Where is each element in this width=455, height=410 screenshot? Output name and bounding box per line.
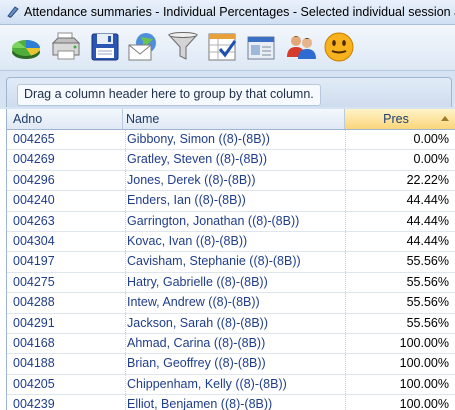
users-icon [287,36,316,59]
name-cell: Jackson, Sarah ((8)-(8B)) [125,313,345,333]
table-row[interactable]: 004168 Ahmad, Carina ((8)-(8B)) 100.00% [7,333,455,355]
chart-button[interactable] [9,30,43,64]
name-cell: Gratley, Steven ((8)-(8B)) [125,150,345,170]
name-cell: Chippenham, Kelly ((8)-(8B)) [125,374,345,395]
table-row[interactable]: 004275 Hatry, Gabrielle ((8)-(8B)) 55.56% [7,272,455,294]
pres-cell: 55.56% [345,293,452,313]
group-by-panel[interactable]: Drag a column header here to group by th… [6,77,452,107]
name-cell: Hatry, Gabrielle ((8)-(8B)) [125,272,345,293]
name-cell: Garrington, Jonathan ((8)-(8B)) [125,211,345,231]
adno-cell: 004240 [13,193,55,208]
pres-cell: 100.00% [345,333,452,354]
name-cell: Jones, Derek ((8)-(8B)) [125,170,345,191]
adno-cell: 004239 [13,397,55,410]
email-icon [128,33,156,61]
print-button[interactable] [49,30,83,64]
name-cell: Ahmad, Carina ((8)-(8B)) [125,333,345,354]
users-button[interactable] [284,30,318,64]
column-header-pres[interactable]: Pres [345,109,455,129]
pres-cell: 55.56% [345,272,452,293]
grid-header: Adno Name Pres [7,109,455,130]
column-header-pres-label: Pres [383,112,409,126]
pres-cell: 44.44% [345,211,452,231]
group-by-hint: Drag a column header here to group by th… [17,84,321,106]
table-row[interactable]: 004240 Enders, Ian ((8)-(8B)) 44.44% [7,191,455,212]
pres-cell: 100.00% [345,395,452,410]
filter-button[interactable] [166,30,200,64]
pres-cell: 100.00% [345,354,452,374]
app-icon [7,6,19,18]
name-cell: Kovac, Ivan ((8)-(8B)) [125,231,345,252]
name-cell: Intew, Andrew ((8)-(8B)) [125,293,345,313]
adno-cell: 004168 [13,335,55,350]
table-row[interactable]: 004291 Jackson, Sarah ((8)-(8B)) 55.56% [7,313,455,334]
adno-cell: 004263 [13,213,55,228]
adno-cell: 004188 [13,356,55,371]
printer-icon [51,32,81,60]
title-bar: Attendance summaries - Individual Percen… [0,0,455,25]
save-button[interactable] [88,30,122,64]
pres-cell: 44.44% [345,231,452,252]
table-row[interactable]: 004188 Brian, Geoffrey ((8)-(8B)) 100.00% [7,354,455,375]
address-book-icon [247,36,275,60]
adno-cell: 004205 [13,376,55,391]
table-row[interactable]: 004263 Garrington, Jonathan ((8)-(8B)) 44.… [7,211,455,232]
save-icon [91,33,119,61]
name-cell: Enders, Ian ((8)-(8B)) [125,191,345,211]
name-cell: Brian, Geoffrey ((8)-(8B)) [125,354,345,374]
table-row[interactable]: 004205 Chippenham, Kelly ((8)-(8B)) 100.00… [7,374,455,396]
address-book-button[interactable] [244,30,278,64]
email-button[interactable] [126,30,160,64]
table-row[interactable]: 004265 Gibbony, Simon ((8)-(8B)) 0.00% [7,130,455,151]
table-row[interactable]: 004304 Kovac, Ivan ((8)-(8B)) 44.44% [7,231,455,253]
window-title: Attendance summaries - Individual Percen… [24,5,455,19]
pres-cell: 0.00% [345,130,452,150]
chart-icon [12,40,41,59]
table-row[interactable]: 004288 Intew, Andrew ((8)-(8B)) 55.56% [7,293,455,314]
smiley-button[interactable] [322,30,356,64]
pres-cell: 44.44% [345,191,452,211]
pres-cell: 55.56% [345,252,452,272]
group-by-area: Drag a column header here to group by th… [0,71,455,109]
adno-cell: 004275 [13,274,55,289]
name-cell: Elliot, Benjamen ((8)-(8B)) [125,395,345,410]
adno-cell: 004288 [13,295,55,310]
table-row[interactable]: 004197 Cavisham, Stephanie ((8)-(8B)) 55.5… [7,252,455,273]
name-cell: Cavisham, Stephanie ((8)-(8B)) [125,252,345,272]
adno-cell: 004197 [13,254,55,269]
filter-icon [167,32,199,60]
pres-cell: 22.22% [345,170,452,191]
grid-body: 004265 Gibbony, Simon ((8)-(8B)) 0.00% 0042… [7,130,455,410]
adno-cell: 004291 [13,315,55,330]
adno-cell: 004296 [13,172,55,187]
table-row[interactable]: 004239 Elliot, Benjamen ((8)-(8B)) 100.00% [7,395,455,410]
toolbar [0,25,455,71]
checklist-icon [208,33,237,61]
table-row[interactable]: 004269 Gratley, Steven ((8)-(8B)) 0.00% [7,150,455,171]
pres-cell: 100.00% [345,374,452,395]
pres-cell: 55.56% [345,313,452,333]
name-cell: Gibbony, Simon ((8)-(8B)) [125,130,345,150]
attendance-grid: Adno Name Pres 004265 Gibbony, Simon ((8)… [6,109,455,410]
pres-cell: 0.00% [345,150,452,170]
adno-cell: 004265 [13,132,55,146]
sort-ascending-icon [441,116,449,121]
smiley-icon [324,32,354,62]
table-row[interactable]: 004296 Jones, Derek ((8)-(8B)) 22.22% [7,170,455,192]
column-header-name[interactable]: Name [123,109,345,129]
adno-cell: 004269 [13,152,55,167]
column-header-adno[interactable]: Adno [7,109,123,129]
adno-cell: 004304 [13,233,55,248]
checklist-button[interactable] [205,30,239,64]
